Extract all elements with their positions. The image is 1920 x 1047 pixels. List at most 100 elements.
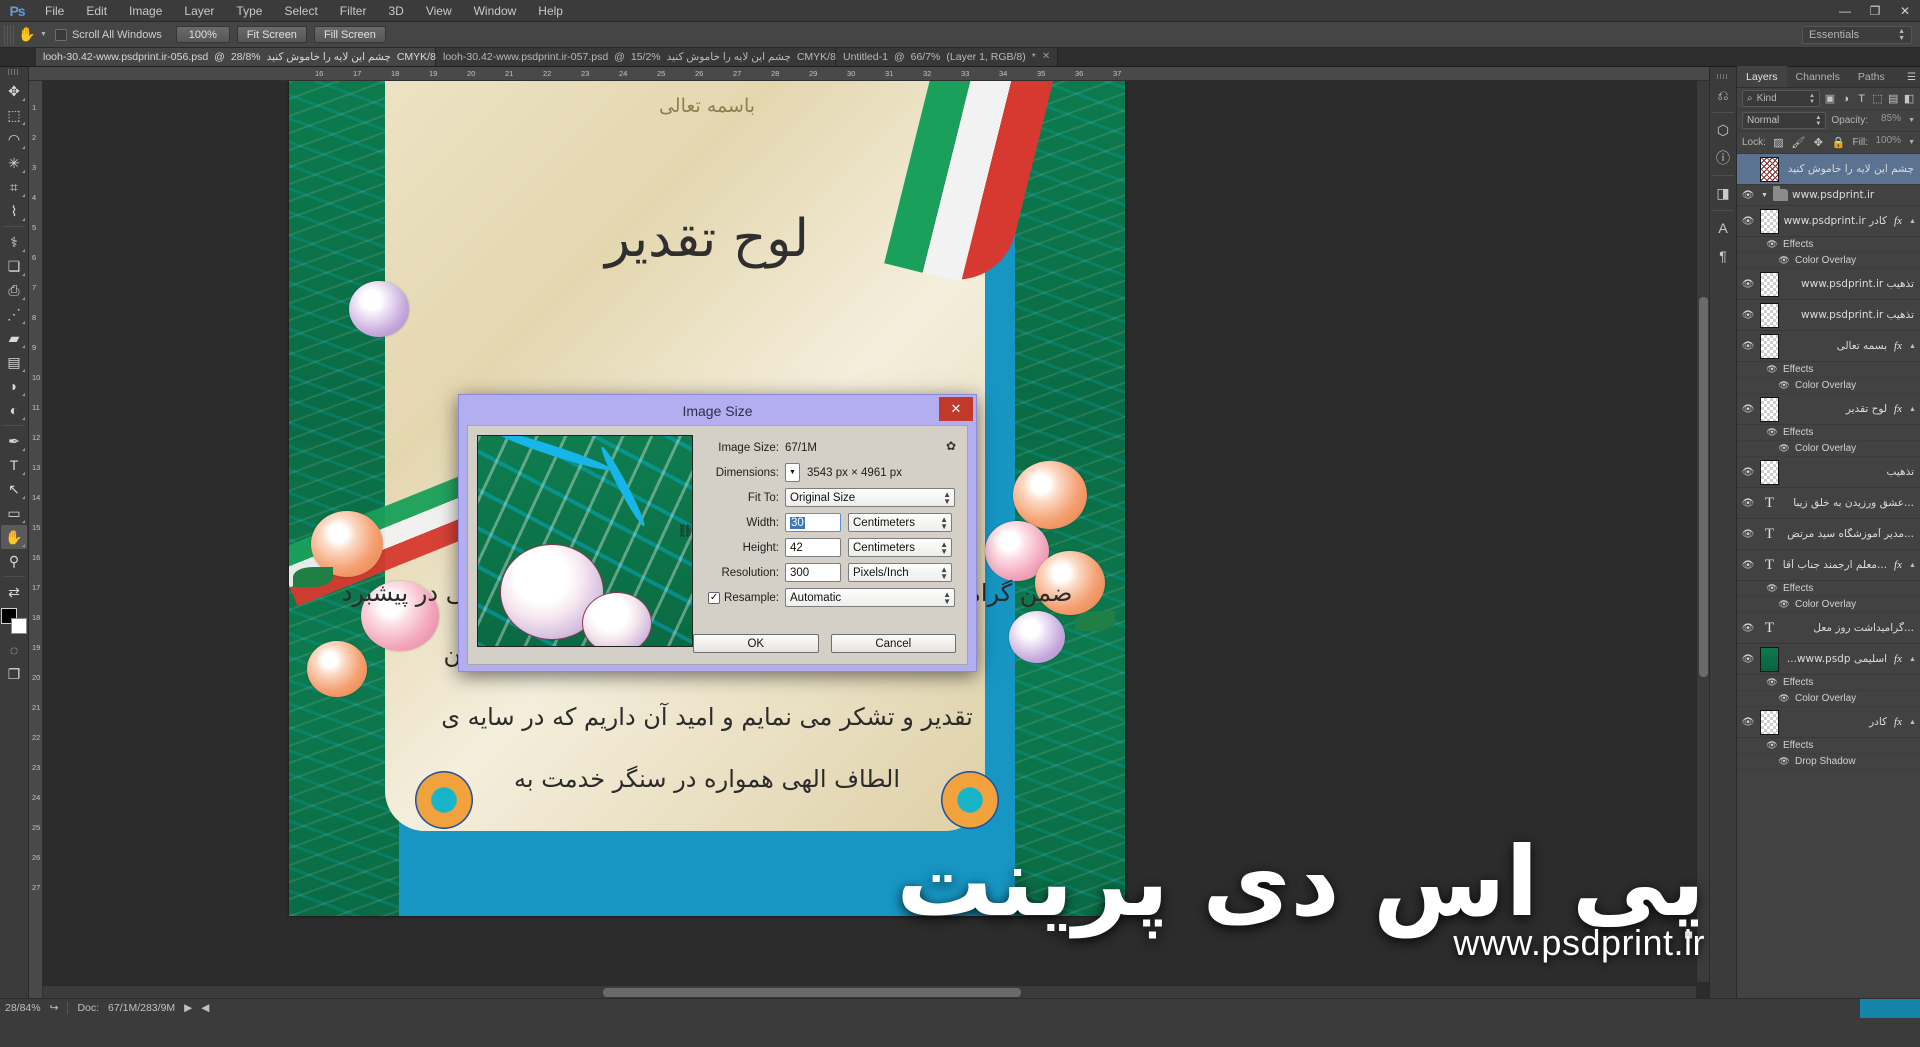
table-row[interactable]: 👁 T ...عشق ورزیدن به خلق زیبا xyxy=(1737,488,1920,519)
filter-kind-select[interactable]: ⌕ Kind ▲ ▼ xyxy=(1742,90,1820,107)
tab-paths[interactable]: Paths xyxy=(1849,66,1894,87)
rail-grip[interactable] xyxy=(1717,74,1729,79)
clone-stamp-tool[interactable]: ⎙ xyxy=(1,278,27,302)
layer-visibility-icon[interactable]: 👁 xyxy=(1740,341,1756,352)
cancel-button[interactable]: Cancel xyxy=(830,634,956,653)
restore-icon[interactable]: ❐ xyxy=(1860,0,1890,22)
dodge-tool[interactable]: ◐ xyxy=(1,398,27,422)
height-input[interactable]: 42 xyxy=(785,538,841,557)
document-tab-2[interactable]: Untitled-1 @ 66/7% (Layer 1, RGB/8) * ✕ xyxy=(836,47,1059,66)
fit-to-select[interactable]: Original Size ▲ ▼ xyxy=(785,488,955,507)
layer-name[interactable]: اسلیمی www.psdp... xyxy=(1783,653,1890,665)
layer-list[interactable]: چشم این لایه را خاموش کنید 👁 ▼ www.psdpr… xyxy=(1737,154,1920,998)
hand-tool[interactable]: ✋ xyxy=(1,525,27,549)
layer-effects-row[interactable]: 👁 Effects xyxy=(1737,581,1920,597)
chevron-up-icon[interactable]: ▲ xyxy=(1908,656,1917,663)
link-constrain-icon[interactable]: ⛓ xyxy=(677,523,694,539)
screen-mode-icon[interactable]: ❐ xyxy=(1,662,27,686)
zoom-100-button[interactable]: 100% xyxy=(175,26,230,43)
pen-tool[interactable]: ✒ xyxy=(1,429,27,453)
play-icon[interactable]: ▶ xyxy=(184,1002,192,1014)
options-bar-grip[interactable] xyxy=(4,24,14,45)
zoom-level[interactable]: 28/84% xyxy=(5,1002,41,1014)
table-row[interactable]: 👁 تذهیب www.psdprint.ir xyxy=(1737,300,1920,331)
info-icon[interactable]: ⓘ xyxy=(1712,145,1735,171)
path-selection-tool[interactable]: ↖ xyxy=(1,477,27,501)
gradient-tool[interactable]: ▤ xyxy=(1,350,27,374)
horizontal-scrollbar-thumb[interactable] xyxy=(603,988,1021,997)
image-size-dialog[interactable]: Image Size ✕ ✿ Image Size: 67/1M Dimensi… xyxy=(458,394,977,672)
layer-effects-icon[interactable]: fx xyxy=(1894,403,1904,415)
menu-help[interactable]: Help xyxy=(527,0,574,22)
vertical-scrollbar-thumb[interactable] xyxy=(1699,297,1708,677)
chevron-up-icon[interactable]: ▲ xyxy=(1908,719,1917,726)
table-row[interactable]: 👁 تذهیب xyxy=(1737,457,1920,488)
effect-visibility-icon[interactable]: 👁 xyxy=(1765,583,1779,594)
tab-close-icon[interactable]: ✕ xyxy=(1042,51,1050,62)
rectangle-tool[interactable]: ▭ xyxy=(1,501,27,525)
swap-colors-icon[interactable]: ⇄ xyxy=(1,580,27,604)
toolbox-grip[interactable] xyxy=(8,69,20,75)
layer-visibility-icon[interactable]: 👁 xyxy=(1740,310,1756,321)
layer-name[interactable]: تذهیب www.psdprint.ir xyxy=(1783,278,1917,290)
table-row[interactable]: 👁 کادر fx ▲ xyxy=(1737,707,1920,738)
paragraph-icon[interactable]: ¶ xyxy=(1712,243,1735,269)
effect-visibility-icon[interactable]: 👁 xyxy=(1777,599,1791,610)
layer-group-row[interactable]: 👁 ▼ www.psdprint.ir xyxy=(1737,185,1920,206)
chevron-up-icon[interactable]: ▲ xyxy=(1908,562,1917,569)
blur-tool[interactable]: ◗ xyxy=(1,374,27,398)
layer-visibility-icon[interactable]: 👁 xyxy=(1740,404,1756,415)
opacity-value[interactable]: 85% xyxy=(1873,113,1903,128)
layer-thumbnail[interactable] xyxy=(1760,396,1779,422)
layer-visibility-icon[interactable]: 👁 xyxy=(1740,279,1756,290)
vertical-ruler[interactable]: 1 2 3 4 5 6 7 8 9 10 11 12 13 14 15 16 17 18 19 20 21 22 23 24 2… xyxy=(29,81,43,998)
layer-visibility-icon[interactable]: 👁 xyxy=(1740,190,1756,201)
horizontal-scrollbar[interactable] xyxy=(43,985,1696,998)
lock-position-icon[interactable]: ✥ xyxy=(1811,135,1826,150)
layer-name[interactable]: چشم این لایه را خاموش کنید xyxy=(1783,163,1917,175)
resample-select[interactable]: Automatic ▲ ▼ xyxy=(785,588,955,607)
layer-effects-row[interactable]: 👁 Effects xyxy=(1737,237,1920,253)
layer-name[interactable]: ...مدیر آموزشگاه سید مرتض xyxy=(1783,528,1917,540)
menu-window[interactable]: Window xyxy=(463,0,528,22)
type-tool[interactable]: T xyxy=(1,453,27,477)
layer-visibility-icon[interactable]: 👁 xyxy=(1740,654,1756,665)
filter-toggle-icon[interactable]: ◧ xyxy=(1903,90,1915,107)
menu-3d[interactable]: 3D xyxy=(377,0,414,22)
3d-icon[interactable]: ⬡ xyxy=(1712,117,1735,143)
fit-screen-button[interactable]: Fit Screen xyxy=(236,26,307,43)
menu-image[interactable]: Image xyxy=(118,0,173,22)
vertical-scrollbar[interactable] xyxy=(1696,81,1709,982)
menu-file[interactable]: File xyxy=(34,0,75,22)
layer-effect-item-row[interactable]: 👁 Drop Shadow xyxy=(1737,754,1920,770)
layer-name[interactable]: تذهیب xyxy=(1783,466,1917,478)
dialog-close-icon[interactable]: ✕ xyxy=(939,397,973,421)
scroll-all-windows-checkbox[interactable]: Scroll All Windows xyxy=(54,28,162,41)
layer-visibility-icon[interactable]: 👁 xyxy=(1740,529,1756,540)
layer-effects-row[interactable]: 👁 Effects xyxy=(1737,675,1920,691)
layer-thumbnail[interactable] xyxy=(1760,271,1779,297)
spot-healing-brush-tool[interactable]: ⚕ xyxy=(1,230,27,254)
chevron-down-icon[interactable]: ▼ xyxy=(1908,117,1915,124)
layer-name[interactable]: بسمه تعالی xyxy=(1783,340,1890,352)
table-row[interactable]: 👁 اسلیمی www.psdp... fx ▲ xyxy=(1737,644,1920,675)
effect-visibility-icon[interactable]: 👁 xyxy=(1765,740,1779,751)
table-row[interactable]: 👁 تذهیب www.psdprint.ir xyxy=(1737,269,1920,300)
menu-filter[interactable]: Filter xyxy=(329,0,378,22)
resolution-unit-select[interactable]: Pixels/Inch ▲ ▼ xyxy=(848,563,952,582)
lasso-tool[interactable]: ◠ xyxy=(1,127,27,151)
layer-group-name[interactable]: www.psdprint.ir xyxy=(1792,189,1917,201)
layer-effects-icon[interactable]: fx xyxy=(1894,215,1904,227)
layer-effects-icon[interactable]: fx xyxy=(1894,340,1904,352)
layer-effects-icon[interactable]: fx xyxy=(1894,716,1904,728)
effect-visibility-icon[interactable]: 👁 xyxy=(1777,443,1791,454)
chevron-down-icon[interactable]: ▼ xyxy=(1760,192,1769,199)
table-row[interactable]: 👁 لوح تقدیر fx ▲ xyxy=(1737,394,1920,425)
layer-effects-row[interactable]: 👁 Effects xyxy=(1737,738,1920,754)
layer-thumbnail[interactable] xyxy=(1760,302,1779,328)
move-tool[interactable]: ✥ xyxy=(1,79,27,103)
menu-view[interactable]: View xyxy=(415,0,463,22)
quick-mask-icon[interactable]: ◌ xyxy=(1,638,27,662)
width-unit-select[interactable]: Centimeters ▲ ▼ xyxy=(848,513,952,532)
effect-visibility-icon[interactable]: 👁 xyxy=(1765,364,1779,375)
